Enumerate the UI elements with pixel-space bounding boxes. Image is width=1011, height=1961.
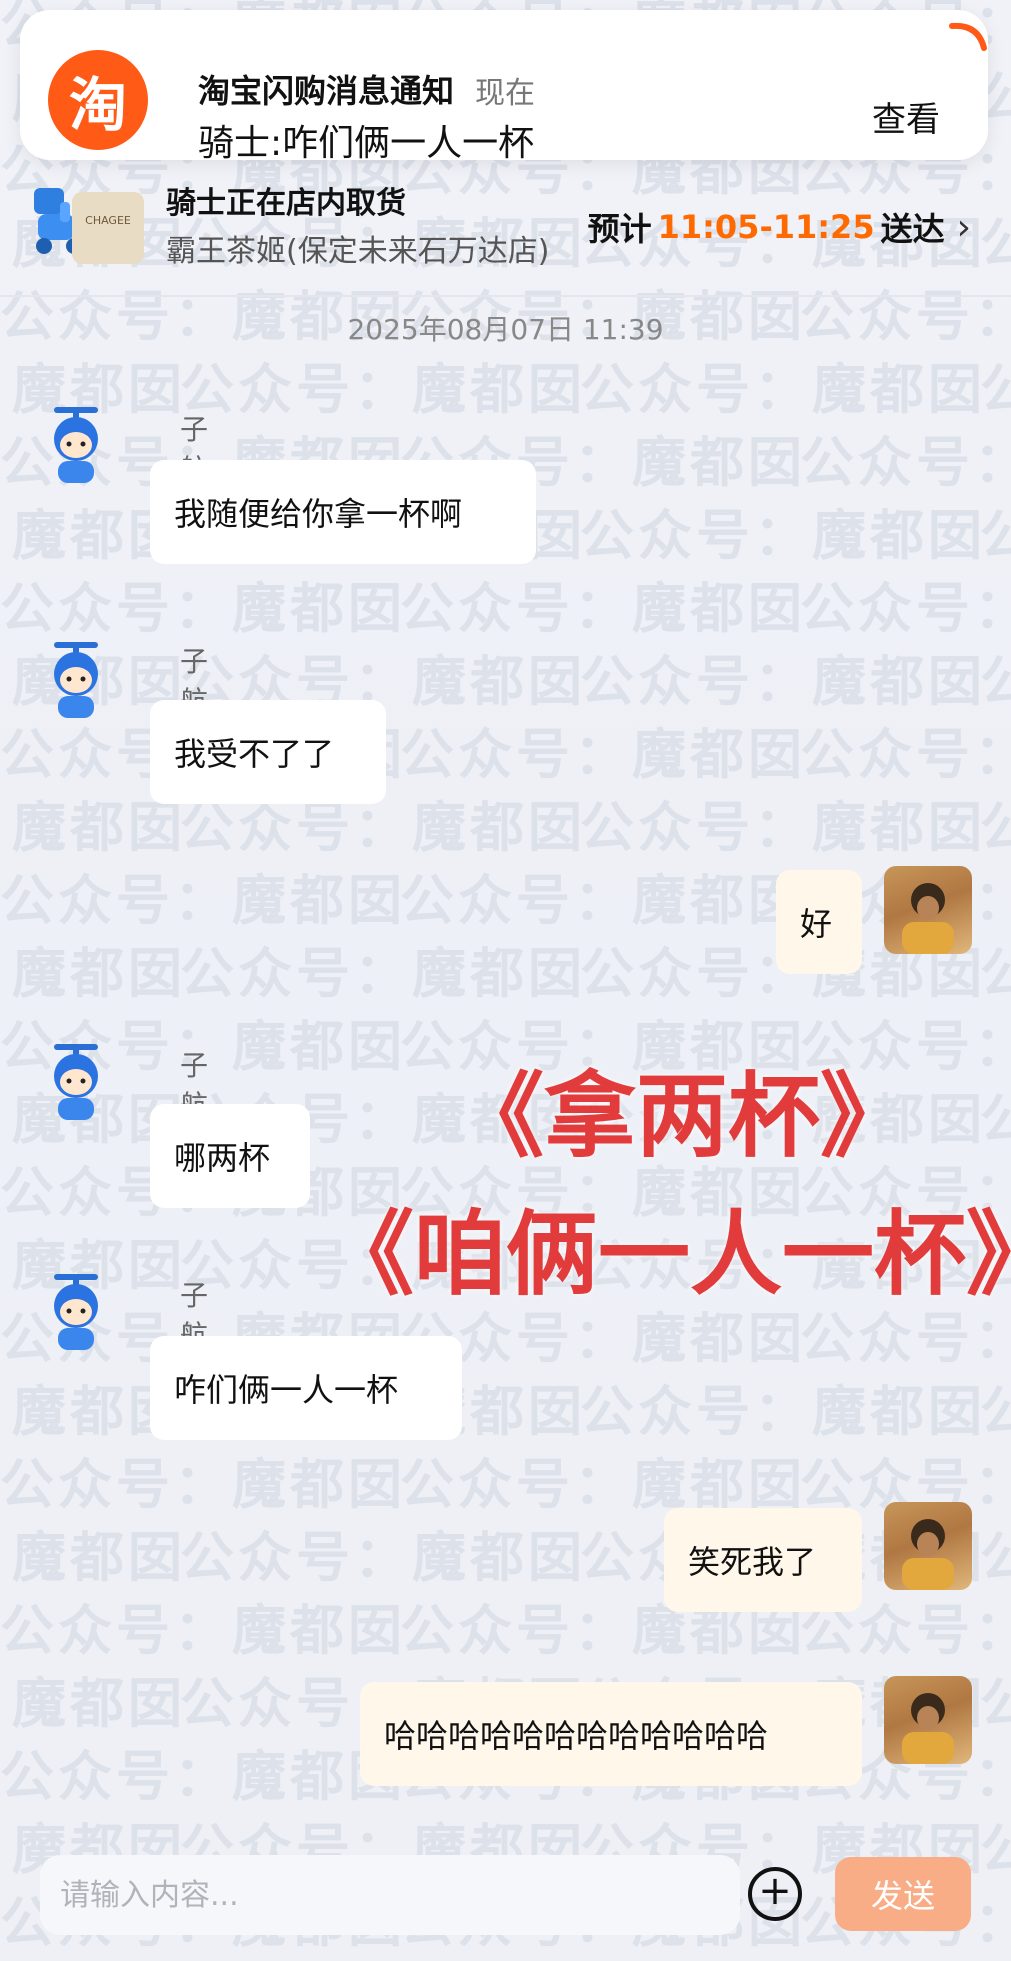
watermark-text: 公众号：魔都囡 <box>0 1672 186 1735</box>
watermark-text: 公众号：魔都囡 <box>580 796 986 859</box>
watermark-text: 公众号：魔都囡 <box>0 1294 6 1373</box>
watermark-text: 公众号：魔都囡 <box>0 0 6 59</box>
watermark-text: 公众号：魔都囡 <box>980 491 1011 570</box>
chevron-right-icon: › <box>956 206 971 248</box>
watermark-text: 公众号：魔都囡 <box>0 1148 6 1227</box>
watermark-text: 公众号：魔都囡 <box>400 723 806 786</box>
watermark-text: 公众号：魔都囡 <box>0 418 6 497</box>
watermark-text: 公众号：魔都囡 <box>980 1513 1011 1592</box>
order-status-bar[interactable]: CHAGEE 骑士正在店内取货 霸王茶姬(保定未来石万达店) 预计 11:05-… <box>0 160 1011 290</box>
eta-info[interactable]: 预计 11:05-11:25 送达 › <box>588 204 971 250</box>
overlay-caption-line2: 《咱俩一人一杯》 <box>322 1201 1011 1308</box>
message-bubble[interactable]: 好 <box>776 870 862 974</box>
store-name: 霸王茶姬(保定未来石万达店) <box>166 234 550 269</box>
store-thumbnail: CHAGEE <box>72 192 144 264</box>
watermark-text: 公众号：魔都囡 <box>0 564 6 643</box>
notification-time: 现在 <box>475 76 535 111</box>
message-bubble[interactable]: 笑死我了 <box>664 1508 862 1612</box>
watermark-text: 公众号：魔都囡 <box>980 1367 1011 1446</box>
message-bubble[interactable]: 我随便给你拿一杯啊 <box>150 460 536 564</box>
watermark-text: 公众号：魔都囡 <box>0 1440 6 1519</box>
corner-arc-icon <box>949 22 987 51</box>
rider-avatar-icon <box>54 642 98 718</box>
watermark-text: 公众号：魔都囡 <box>180 1526 586 1589</box>
rider-avatar-icon <box>54 407 98 483</box>
notification-title: 淘宝闪购消息通知 <box>198 72 455 110</box>
user-avatar[interactable] <box>884 1676 972 1764</box>
watermark-text: 公众号：魔都囡 <box>0 1526 186 1589</box>
watermark-text: 公众号：魔都囡 <box>980 1075 1011 1154</box>
eta-suffix: 送达 <box>880 210 945 248</box>
watermark-text: 公众号：魔都囡 <box>980 929 1011 1008</box>
taobao-app-icon: 淘 <box>48 50 148 150</box>
watermark-text: 公众号：魔都囡 <box>0 1732 6 1811</box>
rider-avatar-icon <box>54 1274 98 1350</box>
watermark-text: 公众号：魔都囡 <box>580 1380 986 1443</box>
watermark-text: 公众号：魔都囡 <box>0 577 406 640</box>
message-bubble[interactable]: 哪两杯 <box>150 1104 310 1208</box>
watermark-text: 公众号：魔都囡 <box>400 577 806 640</box>
order-status-text: 骑士正在店内取货 <box>166 186 406 221</box>
user-photo-icon <box>902 883 954 954</box>
watermark-text: 公众号：魔都囡 <box>180 358 586 421</box>
input-bar: + 发送 <box>0 1845 1011 1961</box>
watermark-text: 公众号：魔都囡 <box>0 1453 406 1516</box>
watermark-text: 公众号：魔都囡 <box>580 504 986 567</box>
user-photo-icon <box>902 1519 954 1590</box>
chat-screen: 公众号：魔都囡公众号：魔都囡公众号：魔都囡公众号：魔都囡公众号：魔都囡公众号：魔… <box>0 0 1011 1961</box>
push-notification[interactable]: 淘 淘宝闪购消息通知 现在 骑士:咋们俩一人一杯 查看 <box>20 10 988 164</box>
watermark-text: 公众号：魔都囡 <box>0 1002 6 1081</box>
view-button[interactable]: 查看 <box>836 88 976 144</box>
rider-avatar-icon <box>54 1044 98 1120</box>
watermark-text: 公众号：魔都囡 <box>980 637 1011 716</box>
send-button[interactable]: 发送 <box>835 1857 971 1931</box>
divider <box>0 295 1011 297</box>
chat-timestamp: 2025年08月07日 11:39 <box>347 313 664 346</box>
watermark-text: 公众号：魔都囡 <box>400 869 806 932</box>
watermark-text: 公众号：魔都囡 <box>580 358 986 421</box>
store-thumb-label: CHAGEE <box>85 214 131 227</box>
watermark-text: 公众号：魔都囡 <box>0 1586 6 1665</box>
watermark-text: 公众号：魔都囡 <box>980 783 1011 862</box>
watermark-text: 公众号：魔都囡 <box>0 1599 406 1662</box>
watermark-text: 公众号：魔都囡 <box>0 710 6 789</box>
plus-icon[interactable]: + <box>748 1867 802 1921</box>
watermark-text: 公众号：魔都囡 <box>180 942 586 1005</box>
overlay-caption-line1: 《拿两杯》 <box>452 1063 913 1170</box>
message-bubble[interactable]: 咋们俩一人一杯 <box>150 1336 462 1440</box>
user-avatar[interactable] <box>884 1502 972 1590</box>
watermark-text: 公众号：魔都囡 <box>580 650 986 713</box>
eta-time: 11:05-11:25 <box>657 208 875 246</box>
watermark-text: 公众号：魔都囡 <box>980 345 1011 424</box>
watermark-text: 公众号：魔都囡 <box>800 431 1011 494</box>
eta-prefix: 预计 <box>587 210 652 248</box>
watermark-text: 公众号：魔都囡 <box>0 856 6 935</box>
user-photo-icon <box>902 1693 954 1764</box>
user-avatar[interactable] <box>884 866 972 954</box>
watermark-text: 公众号：魔都囡 <box>0 1745 406 1808</box>
message-input[interactable] <box>40 1855 740 1935</box>
watermark-text: 公众号：魔都囡 <box>800 723 1011 786</box>
message-bubble[interactable]: 我受不了了 <box>150 700 386 804</box>
message-bubble[interactable]: 哈哈哈哈哈哈哈哈哈哈哈哈 <box>360 1682 862 1786</box>
watermark-text: 公众号：魔都囡 <box>0 942 186 1005</box>
notification-body: 骑士:咋们俩一人一杯 <box>198 123 535 164</box>
watermark-text: 公众号：魔都囡 <box>800 577 1011 640</box>
watermark-text: 公众号：魔都囡 <box>980 1659 1011 1738</box>
watermark-text: 公众号：魔都囡 <box>0 869 406 932</box>
